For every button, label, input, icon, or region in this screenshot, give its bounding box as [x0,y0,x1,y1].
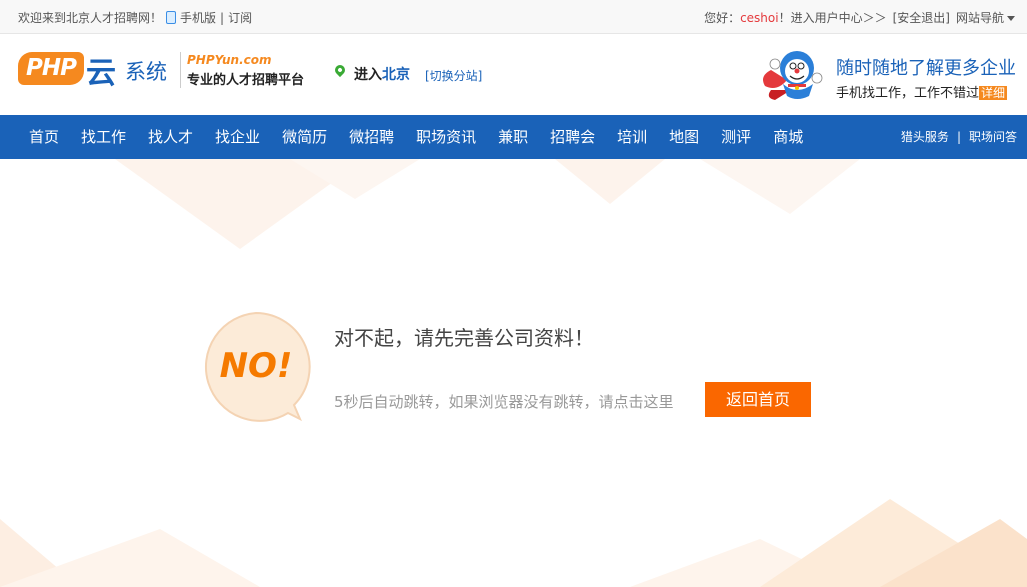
career-qa-link[interactable]: 职场问答 [969,115,1017,159]
logo-divider [180,52,181,88]
logout-link[interactable]: [安全退出] [893,9,950,26]
return-home-button[interactable]: 返回首页 [705,382,811,417]
nav-item-training[interactable]: 培训 [606,115,658,159]
mobile-promo-subtitle-text: 手机找工作，工作不错过 [836,86,980,101]
switch-city-link[interactable]: [切换分站] [425,67,482,84]
logo-slogan: 专业的人才招聘平台 [187,73,305,88]
nav-item-find-talent[interactable]: 找人才 [137,115,204,159]
site-nav-dropdown[interactable]: 网站导航 [956,9,1015,26]
redirect-hint-text[interactable]: 5秒后自动跳转，如果浏览器没有跳转，请点击这里 [334,391,674,412]
mobile-promo-subtitle: 手机找工作，工作不错过 详细 [836,82,1008,101]
site-nav-label: 网站导航 [955,11,1004,25]
nav-item-micro-resume[interactable]: 微简历 [271,115,338,159]
mobile-promo-title: 随时随地了解更多企业 [836,58,1016,79]
logo-site-text: PHPYun.com [187,53,272,67]
nav-item-find-job[interactable]: 找工作 [70,115,137,159]
logo-yun-mark: 云 [86,56,116,91]
headhunter-link[interactable]: 猎头服务 [901,115,949,159]
nav-item-assessment[interactable]: 测评 [710,115,762,159]
nav-right-separator: | [956,130,961,144]
city-name: 北京 [382,67,410,83]
top-bar: 欢迎来到北京人才招聘网！ 手机版 | 订阅 您好：ceshoi！进入用户中心＞＞… [0,0,1027,34]
nav-item-map[interactable]: 地图 [658,115,710,159]
nav-item-micro-recruit[interactable]: 微招聘 [338,115,405,159]
welcome-text: 欢迎来到北京人才招聘网！ [18,11,163,25]
header: PHP 云 系统 PHPYun.com 专业的人才招聘平台 进入北京 [切换分站… [0,34,1027,115]
greeting-prefix: 您好： [704,11,741,25]
user-name-link[interactable]: ceshoi [740,11,779,25]
nav-right: 猎头服务 | 职场问答 [901,115,1017,159]
no-badge-text: NO! [220,346,293,386]
top-bar-left: 欢迎来到北京人才招聘网！ 手机版 | 订阅 [18,9,252,26]
logo-system-text: 系统 [125,60,167,84]
superhero-mascot-icon [763,51,823,100]
mobile-version-link[interactable]: 手机版 [180,9,216,26]
main-content: NO! 对不起，请先完善公司资料！ 5秒后自动跳转，如果浏览器没有跳转，请点击这… [0,159,1027,587]
location-pin-icon [332,62,348,78]
greeting-text: 您好：ceshoi！进入用户中心＞＞ [704,9,887,26]
subscribe-link[interactable]: 订阅 [228,9,252,26]
main-nav: 首页 找工作 找人才 找企业 微简历 微招聘 职场资讯 兼职 招聘会 培训 地图… [0,115,1027,159]
top-bar-right: 您好：ceshoi！进入用户中心＞＞ [安全退出] 网站导航 [704,9,1015,26]
city-enter-label: 进入 [354,67,382,83]
nav-item-career-news[interactable]: 职场资讯 [405,115,487,159]
nav-item-part-time[interactable]: 兼职 [487,115,539,159]
nav-item-home[interactable]: 首页 [18,115,70,159]
caret-down-icon [1007,16,1015,21]
mobile-detail-link[interactable]: 详细 [979,86,1008,100]
city-enter-text: 进入北京 [354,64,410,84]
nav-item-find-company[interactable]: 找企业 [204,115,271,159]
background-pattern [0,159,1027,587]
nav-item-mall[interactable]: 商城 [762,115,814,159]
nav-list: 首页 找工作 找人才 找企业 微简历 微招聘 职场资讯 兼职 招聘会 培训 地图… [18,115,814,159]
error-message-title: 对不起，请先完善公司资料！ [334,326,594,350]
mobile-phone-icon [166,11,177,24]
nav-item-job-fair[interactable]: 招聘会 [539,115,606,159]
logo-php-mark: PHP [18,52,84,85]
topbar-separator: | [220,10,225,25]
no-speech-bubble-icon: NO! [204,311,311,422]
user-center-link[interactable]: ！进入用户中心＞＞ [779,11,887,25]
